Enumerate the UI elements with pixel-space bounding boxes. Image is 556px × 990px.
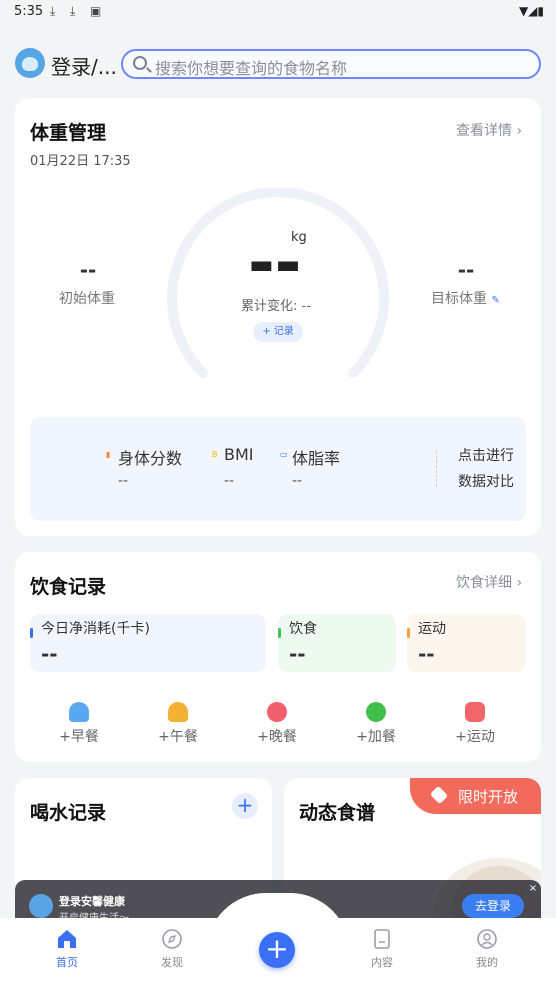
nav-home[interactable]: 首页	[37, 928, 97, 970]
breakfast-icon	[69, 702, 89, 722]
add-breakfast-button[interactable]: +早餐	[49, 702, 109, 746]
divider	[436, 451, 437, 487]
user-icon	[477, 929, 497, 949]
exercise-tile[interactable]: 运动 --	[407, 614, 526, 672]
body-fat-icon: ▭	[280, 450, 288, 459]
body-score-value: --	[118, 473, 129, 489]
diet-intake-value: --	[289, 642, 306, 666]
weight-detail-link[interactable]: 查看详情 ›	[456, 120, 522, 140]
add-exercise-button[interactable]: +运动	[445, 702, 505, 746]
nav-add-button[interactable]: +	[259, 932, 295, 968]
initial-weight-label: 初始体重	[59, 291, 115, 307]
dinner-icon	[267, 702, 287, 722]
heart-icon	[429, 785, 449, 805]
weight-card-title: 体重管理	[30, 122, 107, 144]
exercise-value: --	[418, 642, 435, 666]
add-water-button[interactable]: +	[232, 793, 258, 819]
download-icon: ⤓	[70, 4, 76, 18]
water-card-title: 喝水记录	[30, 802, 107, 824]
home-icon	[58, 930, 76, 948]
avatar[interactable]	[15, 48, 45, 78]
compass-icon	[162, 929, 182, 949]
weight-date: 01月22日 17:35	[30, 154, 131, 169]
net-consumption-tile[interactable]: 今日净消耗(千卡) --	[30, 614, 266, 672]
bmi-icon: B	[212, 450, 218, 459]
diet-detail-link[interactable]: 饮食详细 ›	[456, 572, 522, 592]
weight-card: 体重管理 查看详情 › 01月22日 17:35 -- 初始体重 kg ▬▬ 累…	[15, 98, 541, 536]
target-weight-value: --	[457, 258, 475, 282]
body-fat-value: --	[292, 473, 303, 489]
document-icon	[374, 929, 390, 949]
diet-card-title: 饮食记录	[30, 576, 107, 598]
target-weight-link[interactable]: 目标体重 ✎	[431, 288, 500, 308]
top-header: 登录/... 搜索你想要查询的食物名称	[0, 40, 556, 86]
initial-weight-value: --	[79, 258, 97, 282]
diet-card: 饮食记录 饮食详细 › 今日净消耗(千卡) -- 饮食 -- 运动 -- +早餐…	[15, 552, 541, 762]
add-lunch-button[interactable]: +午餐	[148, 702, 208, 746]
current-weight-value: ▬▬	[249, 250, 303, 280]
diet-intake-tile[interactable]: 饮食 --	[278, 614, 396, 672]
diet-intake-label: 饮食	[289, 621, 317, 637]
search-placeholder: 搜索你想要查询的食物名称	[155, 59, 348, 78]
nav-mine[interactable]: 我的	[457, 928, 517, 970]
nav-discover[interactable]: 发现	[142, 928, 202, 970]
nav-content[interactable]: 内容	[352, 928, 412, 970]
login-link[interactable]: 登录/...	[51, 51, 117, 80]
exercise-label: 运动	[418, 621, 446, 637]
body-score-label: 身体分数	[118, 449, 183, 468]
status-time: 5:35	[14, 4, 44, 19]
search-icon	[133, 56, 147, 70]
snack-icon	[366, 702, 386, 722]
signal-battery-icons: ▼◢▮	[518, 4, 544, 18]
close-icon[interactable]: ×	[525, 881, 541, 897]
search-input[interactable]: 搜索你想要查询的食物名称	[121, 49, 541, 79]
status-bar: 5:35 ⤓ ⤓ ▣ ▼◢▮	[0, 0, 556, 26]
app-logo	[29, 894, 53, 918]
weight-unit: kg	[291, 230, 307, 245]
bar-chart-icon: ▮	[106, 450, 111, 459]
notification-icon: ▣	[90, 4, 102, 18]
weight-gauge	[167, 188, 389, 378]
compare-data-button[interactable]: 点击进行数据对比	[458, 443, 522, 495]
net-consumption-value: --	[41, 642, 58, 666]
bmi-label: BMI	[224, 445, 254, 464]
recipe-card-title: 动态食谱	[299, 802, 376, 824]
cumulative-change: 累计变化: --	[241, 299, 311, 314]
limited-open-ribbon: 限时开放	[410, 778, 541, 814]
download-icon: ⤓	[50, 4, 56, 18]
body-stats-panel: ▮ 身体分数 -- B BMI -- ▭ 体脂率 -- 点击进行数据对比	[30, 417, 526, 521]
banner-title: 登录安馨健康	[59, 895, 125, 908]
record-weight-button[interactable]: + 记录	[253, 322, 303, 342]
body-fat-label: 体脂率	[292, 449, 341, 468]
add-snack-button[interactable]: +加餐	[346, 702, 406, 746]
add-dinner-button[interactable]: +晚餐	[247, 702, 307, 746]
bmi-value: --	[224, 473, 235, 489]
go-login-button[interactable]: 去登录	[462, 894, 524, 918]
exercise-icon	[465, 702, 485, 722]
lunch-icon	[168, 702, 188, 722]
net-consumption-label: 今日净消耗(千卡)	[41, 621, 150, 637]
edit-icon: ✎	[491, 295, 500, 306]
